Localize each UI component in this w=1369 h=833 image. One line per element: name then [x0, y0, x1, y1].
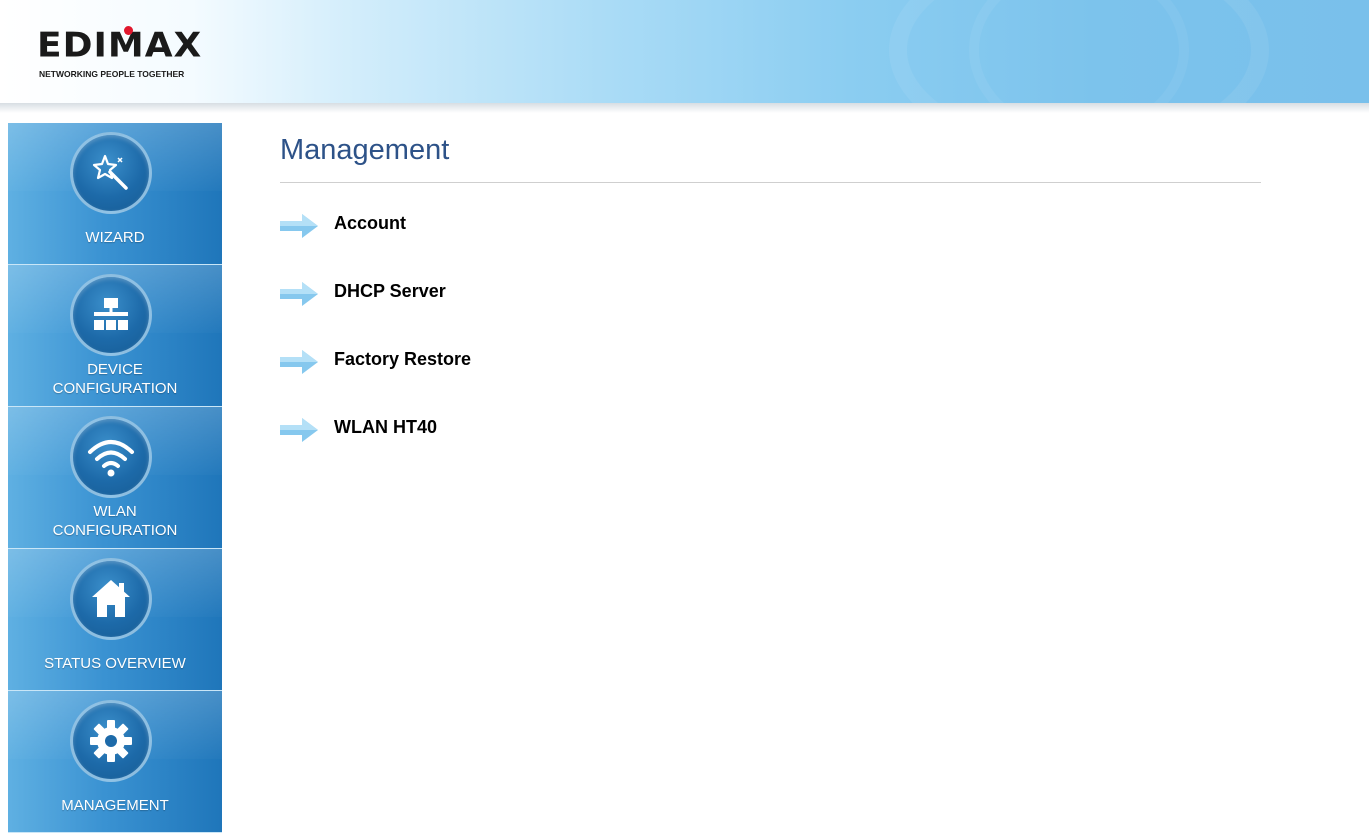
sidebar-item-management[interactable]: MANAGEMENT: [8, 691, 222, 833]
sidebar-item-wizard[interactable]: WIZARD: [8, 123, 222, 265]
link-wlan-ht40[interactable]: WLAN HT40: [280, 415, 1261, 442]
arrow-right-icon: [280, 214, 318, 238]
sidebar-item-label: WLAN CONFIGURATION: [8, 502, 222, 540]
main-content: Management Account DHCP Server Factory R…: [280, 130, 1261, 483]
sidebar-label-line2: CONFIGURATION: [52, 380, 178, 397]
sidebar-item-label: MANAGEMENT: [61, 797, 169, 814]
header-banner: EDIMAX NETWORKING PEOPLE TOGETHER: [0, 0, 1369, 103]
arrow-right-icon: [280, 418, 318, 442]
page: EDIMAX NETWORKING PEOPLE TOGETHER WIZARD: [0, 0, 1369, 833]
home-icon: [70, 558, 152, 640]
link-account[interactable]: Account: [280, 211, 1261, 238]
sidebar-item-label: WIZARD: [85, 229, 145, 246]
network-icon: [70, 274, 152, 356]
link-label: WLAN HT40: [334, 416, 437, 437]
sidebar-item-label: STATUS OVERVIEW: [44, 655, 186, 672]
wifi-icon: [70, 416, 152, 498]
sidebar-item-device-configuration[interactable]: DEVICE CONFIGURATION: [8, 265, 222, 407]
logo-dot: [124, 26, 133, 35]
logo-tagline: NETWORKING PEOPLE TOGETHER: [39, 69, 185, 79]
management-links: Account DHCP Server Factory Restore WLAN…: [280, 211, 1261, 442]
page-title: Management: [280, 134, 450, 166]
link-label: Factory Restore: [334, 348, 472, 369]
sidebar-label-line1: DEVICE: [87, 361, 143, 378]
link-factory-restore[interactable]: Factory Restore: [280, 347, 1261, 374]
title-divider: [280, 182, 1261, 183]
sidebar-label-line2: CONFIGURATION: [52, 522, 178, 539]
magic-wand-icon: [70, 132, 152, 214]
arrow-right-icon: [280, 282, 318, 306]
link-dhcp-server[interactable]: DHCP Server: [280, 279, 1261, 306]
link-label: DHCP Server: [334, 280, 446, 301]
sidebar-item-status-overview[interactable]: STATUS OVERVIEW: [8, 549, 222, 691]
gear-icon: [70, 700, 152, 782]
header-shadow: [0, 103, 1369, 113]
logo-wordmark: EDIMAX: [37, 26, 203, 65]
edimax-logo[interactable]: EDIMAX NETWORKING PEOPLE TOGETHER: [37, 26, 237, 86]
sidebar-label-line1: WLAN: [93, 503, 137, 520]
header-decoration-inner: [969, 0, 1189, 103]
link-label: Account: [334, 212, 406, 233]
sidebar-item-wlan-configuration[interactable]: WLAN CONFIGURATION: [8, 407, 222, 549]
sidebar-item-label: DEVICE CONFIGURATION: [8, 360, 222, 398]
arrow-right-icon: [280, 350, 318, 374]
sidebar-nav: WIZARD DEVICE CONFIGURATION WLAN CONFIGU…: [8, 123, 222, 833]
